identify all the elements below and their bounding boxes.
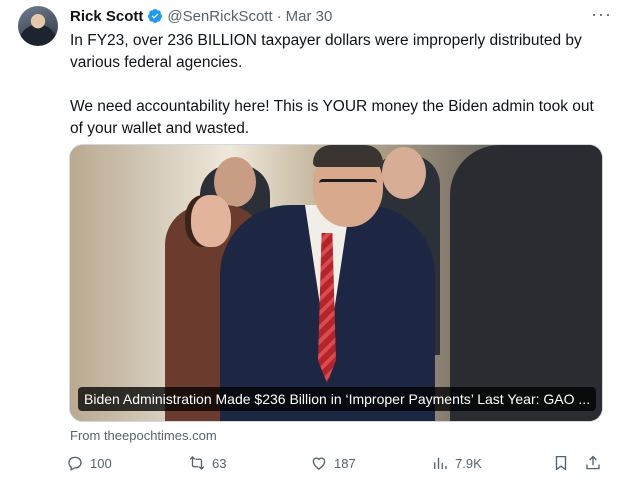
link-card-source[interactable]: From theepochtimes.com — [70, 428, 217, 443]
link-card-title[interactable]: Biden Administration Made $236 Billion i… — [78, 387, 597, 411]
tweet-header: Rick Scott @SenRickScott · Mar 30 — [70, 6, 332, 26]
photo-person — [450, 145, 602, 421]
separator-dot: · — [276, 7, 282, 25]
like-count: 187 — [334, 455, 356, 471]
verified-badge-icon[interactable] — [147, 8, 163, 24]
author-name[interactable]: Rick Scott — [70, 8, 143, 25]
reply-button[interactable]: 100 — [66, 454, 112, 472]
heart-icon — [312, 457, 326, 470]
share-icon — [586, 455, 600, 470]
repost-count: 63 — [212, 455, 227, 471]
tweet[interactable]: Rick Scott @SenRickScott · Mar 30 ··· In… — [0, 0, 626, 482]
bookmark-icon — [555, 455, 567, 471]
reply-count: 100 — [90, 455, 112, 471]
repost-icon — [189, 456, 205, 470]
tweet-text: In FY23, over 236 BILLION taxpayer dolla… — [70, 30, 610, 140]
link-card-image[interactable]: Biden Administration Made $236 Billion i… — [69, 144, 603, 422]
like-button[interactable]: 187 — [310, 454, 356, 472]
share-button[interactable] — [584, 454, 602, 472]
bookmark-button[interactable] — [552, 454, 570, 472]
reply-icon — [68, 456, 82, 471]
views-button[interactable]: 7.9K — [431, 454, 482, 472]
tweet-paragraph-2: We need accountability here! This is YOU… — [70, 98, 594, 137]
view-count: 7.9K — [455, 455, 482, 471]
author-handle[interactable]: @SenRickScott — [167, 8, 272, 25]
avatar[interactable] — [18, 6, 58, 46]
more-options-icon[interactable]: ··· — [591, 4, 612, 25]
tweet-paragraph-1: In FY23, over 236 BILLION taxpayer dolla… — [70, 32, 582, 71]
views-bar-chart-icon — [434, 457, 447, 469]
photo-person-head — [313, 145, 383, 227]
repost-button[interactable]: 63 — [188, 454, 226, 472]
tweet-date[interactable]: Mar 30 — [286, 8, 333, 25]
tweet-actions: 100 63 187 7.9K — [66, 454, 606, 476]
